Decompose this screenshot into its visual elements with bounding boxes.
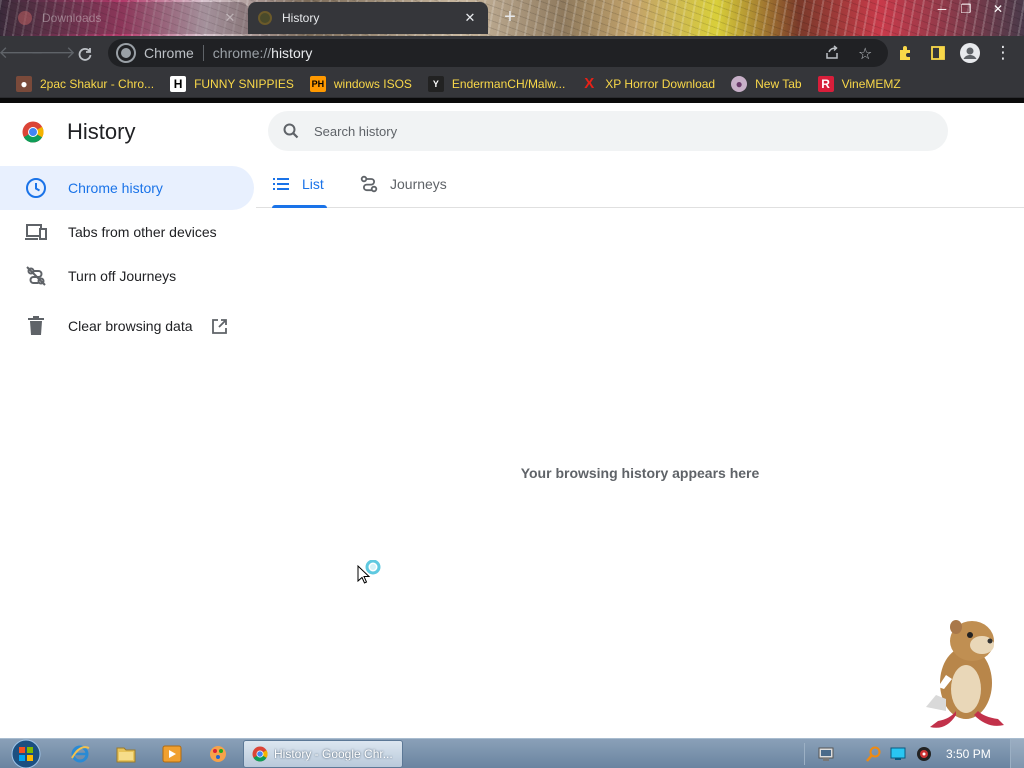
tab-title: Downloads (42, 11, 102, 25)
profile-avatar-icon[interactable] (957, 40, 983, 66)
bookmark-item[interactable]: PH windows ISOS (309, 75, 412, 92)
title-bar: Downloads ✕ History ✕ + ─ ❐ ✕ (0, 0, 1024, 36)
start-orb-button[interactable] (8, 739, 44, 768)
sidebar-item-clear-browsing-data[interactable]: Clear browsing data (0, 304, 256, 348)
tab-list[interactable]: List (272, 161, 327, 208)
sidebar-item-label: Clear browsing data (68, 318, 193, 334)
devices-icon (24, 220, 48, 244)
omnibox-divider (202, 45, 204, 61)
url-scheme: chrome:// (212, 45, 272, 61)
sidebar-item-label: Chrome history (68, 180, 163, 196)
reload-button[interactable] (72, 40, 98, 66)
close-tab-icon[interactable]: ✕ (222, 10, 238, 26)
sidebar-item-other-devices[interactable]: Tabs from other devices (0, 210, 256, 254)
sidebar-item-label: Turn off Journeys (68, 268, 177, 284)
bookmark-label: 2pac Shakur - Chro... (40, 76, 155, 91)
file-explorer-icon[interactable] (108, 742, 144, 766)
h-letter-icon: H (170, 75, 187, 92)
busy-cursor-icon (357, 560, 381, 584)
page-title: History (67, 119, 136, 144)
external-link-icon (211, 318, 228, 335)
tray-divider (804, 743, 805, 765)
journeys-icon (360, 175, 378, 193)
network-tray-icon[interactable] (818, 746, 834, 762)
trash-icon (24, 314, 48, 338)
yp-logo-icon: Y (427, 75, 444, 92)
display-tray-icon[interactable] (890, 746, 906, 762)
search-icon (283, 123, 299, 139)
search-tray-icon[interactable] (866, 746, 882, 762)
restore-button[interactable]: ❐ (952, 0, 980, 18)
bookmark-label: windows ISOS (333, 76, 412, 91)
forward-button[interactable]: 🡒 (30, 40, 76, 66)
clock-icon (24, 176, 48, 200)
active-tab-indicator (272, 205, 327, 208)
ph-logo-icon: PH (309, 75, 326, 92)
media-player-icon[interactable] (154, 742, 190, 766)
hamster-mascot-icon (926, 620, 1004, 728)
tab-downloads[interactable]: Downloads ✕ (8, 2, 248, 34)
show-desktop-button[interactable] (1010, 739, 1024, 768)
tab-journeys[interactable]: Journeys (360, 161, 447, 207)
taskbar-window-title: History - Google Chr... (274, 747, 393, 761)
downloads-favicon-icon (18, 11, 32, 25)
site-label: Chrome (144, 45, 194, 61)
history-favicon-icon (258, 11, 272, 25)
journeys-off-icon (24, 264, 48, 288)
bookmark-label: New Tab (755, 76, 802, 91)
url-host: history (271, 45, 313, 61)
share-icon[interactable] (824, 44, 840, 65)
app-tray-icon[interactable] (916, 746, 932, 762)
empty-state-message: Your browsing history appears here (520, 465, 760, 481)
sidebar-item-label: Tabs from other devices (68, 224, 217, 240)
tab-history[interactable]: History ✕ (248, 2, 488, 34)
close-tab-icon[interactable]: ✕ (462, 10, 478, 26)
extensions-icon[interactable] (893, 40, 919, 66)
sidebar-item-chrome-history[interactable]: Chrome history (0, 166, 254, 210)
bookmark-item[interactable]: Y EndermanCH/Malw... (427, 75, 566, 92)
tab-title: History (282, 11, 320, 25)
bookmark-label: FUNNY SNIPPIES (194, 76, 294, 91)
list-icon (272, 175, 290, 193)
tab-label: Journeys (390, 176, 447, 192)
bookmark-item[interactable]: H FUNNY SNIPPIES (170, 75, 294, 92)
rapper-avatar-icon: ● (16, 75, 32, 92)
view-tabs: List Journeys (256, 161, 1024, 208)
search-input[interactable] (314, 123, 914, 139)
bookmark-item[interactable]: ● 2pac Shakur - Chro... (16, 75, 155, 92)
taskbar-clock[interactable]: 3:50 PM (946, 747, 991, 761)
red-x-icon: X (584, 75, 595, 92)
chrome-logo-icon (22, 121, 44, 143)
chrome-taskbar-icon (252, 746, 268, 762)
internet-explorer-icon[interactable] (62, 742, 98, 766)
bookmark-label: EndermanCH/Malw... (451, 76, 566, 91)
reload-icon (78, 48, 92, 61)
taskbar-chrome-window[interactable]: History - Google Chr... (243, 740, 403, 768)
history-page: History Chrome history Tabs from other d… (0, 103, 1024, 738)
menu-kebab-icon[interactable]: ⋮ (990, 40, 1016, 66)
bookmark-item[interactable]: X XP Horror Download (581, 75, 716, 92)
bookmark-item[interactable]: R VineMEMZ (817, 75, 901, 92)
bookmark-star-icon[interactable]: ☆ (858, 44, 872, 64)
bookmark-item[interactable]: ● New Tab (731, 75, 802, 92)
side-panel-icon[interactable] (925, 40, 951, 66)
close-window-button[interactable]: ✕ (984, 0, 1012, 18)
sidebar-item-turn-off-journeys[interactable]: Turn off Journeys (0, 254, 256, 298)
bookmarks-bar: ● 2pac Shakur - Chro... H FUNNY SNIPPIES… (0, 70, 1024, 98)
address-bar[interactable]: Chrome chrome://history ☆ (108, 39, 888, 67)
tab-label: List (302, 176, 324, 192)
chrome-site-icon (118, 45, 134, 61)
bookmark-label: XP Horror Download (605, 76, 716, 91)
sidebar: Chrome history Tabs from other devices T… (0, 166, 256, 348)
paint-app-icon[interactable] (200, 742, 236, 766)
search-box[interactable] (268, 111, 948, 151)
new-tab-button[interactable]: + (498, 6, 522, 30)
windows-taskbar: History - Google Chr... 3:50 PM (0, 738, 1024, 768)
globe-avatar-icon: ● (731, 75, 748, 92)
red-r-icon: R (817, 75, 834, 92)
bookmark-label: VineMEMZ (841, 76, 901, 91)
browser-toolbar: 🡐 🡒 Chrome chrome://history ☆ ⋮ (0, 36, 1024, 70)
